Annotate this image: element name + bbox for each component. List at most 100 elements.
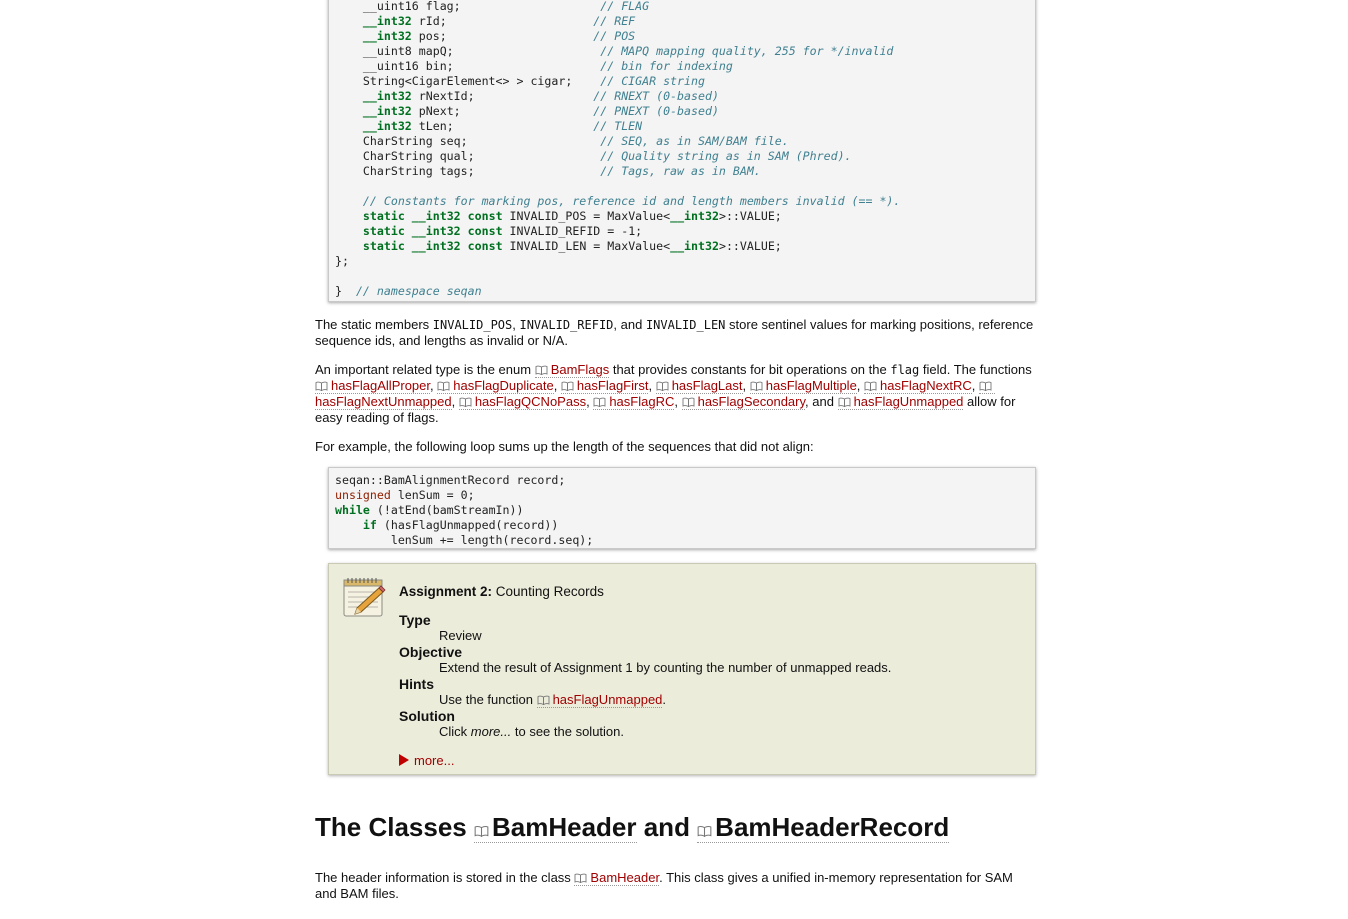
link-hasflagnextrc[interactable]: hasFlagNextRC <box>864 378 972 394</box>
text: An important related type is the enum <box>315 362 535 377</box>
link-hasflaglast[interactable]: hasFlagLast <box>655 378 743 394</box>
solution-value: Click more... to see the solution. <box>439 724 891 740</box>
link-hasflagsecondary[interactable]: hasFlagSecondary <box>681 394 806 410</box>
link-label: BamHeader <box>491 812 637 842</box>
separator: , <box>674 394 682 409</box>
code-token: }; <box>335 254 349 268</box>
code-block-loop-example: seqan::BamAlignmentRecord record; unsign… <box>328 467 1036 549</box>
assignment-title: Assignment 2: Counting Records <box>399 584 604 599</box>
code-token: if <box>362 518 377 532</box>
text: , and <box>613 317 646 332</box>
code-listing: seqan::BamAlignmentRecord record; unsign… <box>335 473 1035 548</box>
link-hasflagrc[interactable]: hasFlagRC <box>593 394 675 410</box>
notepad-pencil-icon <box>343 578 386 617</box>
link-hasflagqcnopass[interactable]: hasFlagQCNoPass <box>458 394 587 410</box>
code-invalid-refid: INVALID_REFID <box>519 318 614 332</box>
code-flag: flag <box>890 363 920 377</box>
code-token: while <box>335 503 370 517</box>
text: to see the solution. <box>511 724 624 739</box>
code-token: >::VALUE; <box>718 239 782 253</box>
code-invalid-pos: INVALID_POS <box>432 318 513 332</box>
paragraph-example-intro: For example, the following loop sums up … <box>315 439 814 454</box>
code-token: // Tags, raw as in BAM. <box>600 164 761 178</box>
heading-text: and <box>636 812 698 842</box>
text: The static members <box>315 317 433 332</box>
type-label: Type <box>399 612 431 628</box>
book-icon <box>474 825 489 837</box>
link-label: hasFlagNextUnmapped <box>315 394 452 409</box>
code-token: unsigned <box>335 488 391 502</box>
link-bamheader-heading[interactable]: BamHeader <box>473 812 637 843</box>
more-label: more... <box>414 753 455 768</box>
assignment-label: Assignment 2: <box>399 584 493 599</box>
section-heading: The Classes BamHeader and BamHeaderRecor… <box>315 812 950 843</box>
link-label: hasFlagNextRC <box>880 378 972 393</box>
link-bamflags[interactable]: BamFlags <box>534 362 610 378</box>
code-token: // SEQ, as in SAM/BAM file. <box>600 134 789 148</box>
code-token: __int32 <box>411 209 461 223</box>
book-icon <box>979 381 992 391</box>
book-icon <box>574 873 587 883</box>
assignment-name: Counting Records <box>495 584 604 599</box>
more-toggle-button[interactable]: more... <box>399 753 454 768</box>
link-hasflagfirst[interactable]: hasFlagFirst <box>560 378 649 394</box>
code-token: __int32 <box>411 239 461 253</box>
code-token: static <box>362 239 405 253</box>
solution-label: Solution <box>399 708 455 724</box>
book-icon <box>561 381 574 391</box>
objective-label: Objective <box>399 644 463 660</box>
code-token: // TLEN <box>593 119 643 133</box>
link-hasflagunmapped[interactable]: hasFlagUnmapped <box>536 692 663 708</box>
code-token: >::VALUE; <box>718 209 782 223</box>
link-label: BamHeader <box>590 870 660 885</box>
paragraph-invalid-constants: The static members INVALID_POS, INVALID_… <box>315 317 1035 349</box>
code-token: INVALID_POS = MaxValue< <box>502 209 671 223</box>
code-token: seqan::BamAlignmentRecord record; <box>335 473 566 487</box>
code-token: rNextId; <box>411 89 594 103</box>
link-label: hasFlagRC <box>609 394 675 409</box>
hints-label: Hints <box>399 676 434 692</box>
link-bamheaderrecord-heading[interactable]: BamHeaderRecord <box>697 812 950 843</box>
link-bamheader[interactable]: BamHeader <box>574 870 660 886</box>
separator: , and <box>805 394 838 409</box>
code-token: // RNEXT (0-based) <box>593 89 719 103</box>
link-hasflagmultiple[interactable]: hasFlagMultiple <box>749 378 857 394</box>
separator: , <box>856 378 865 393</box>
book-icon <box>750 381 763 391</box>
code-token: // REF <box>593 14 636 28</box>
code-token: // FLAG <box>600 0 650 13</box>
separator: , <box>451 394 459 409</box>
book-icon <box>838 397 851 407</box>
link-hasflagunmapped[interactable]: hasFlagUnmapped <box>837 394 964 410</box>
code-token: lenSum += length(record.seq); <box>335 533 594 547</box>
code-token: __int32 <box>670 209 719 223</box>
separator: , <box>648 378 656 393</box>
objective-value: Extend the result of Assignment 1 by cou… <box>439 660 892 675</box>
code-token: pNext; <box>411 104 594 118</box>
code-token: // Quality string as in SAM (Phred). <box>600 149 852 163</box>
code-invalid-len: INVALID_LEN <box>645 318 726 332</box>
book-icon <box>437 381 450 391</box>
text-emphasis: more... <box>470 724 512 739</box>
code-token: static <box>362 224 405 238</box>
code-listing: __uint16 flag; // FLAG __int32 rId; // R… <box>335 0 1035 299</box>
code-token: __int32 <box>362 89 412 103</box>
link-hasflagallproper[interactable]: hasFlagAllProper <box>315 378 430 394</box>
code-token: (hasFlagUnmapped(record)) <box>376 518 559 532</box>
link-hasflagduplicate[interactable]: hasFlagDuplicate <box>437 378 554 394</box>
type-value: Review <box>439 628 482 643</box>
book-icon <box>864 381 877 391</box>
code-token: // CIGAR string <box>600 74 705 88</box>
book-icon <box>537 695 550 705</box>
book-icon <box>682 397 695 407</box>
